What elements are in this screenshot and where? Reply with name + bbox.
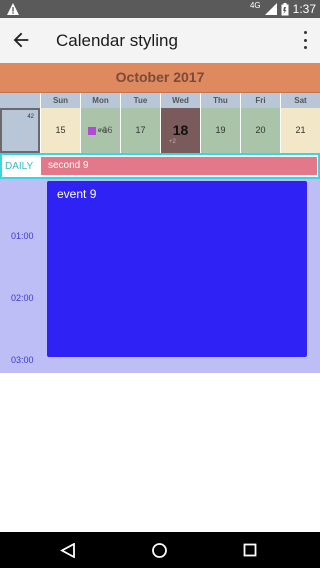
week-number: 42 bbox=[27, 114, 34, 120]
recents-square-icon[interactable] bbox=[243, 543, 257, 557]
weekday-label: Fri bbox=[240, 93, 280, 108]
time-label: 02:00 bbox=[11, 293, 34, 303]
day-number-today: 18 bbox=[172, 122, 189, 138]
time-label: 03:00 bbox=[11, 355, 34, 365]
week-number-header bbox=[0, 93, 40, 108]
day-number: 17 bbox=[135, 125, 146, 135]
day-cell-16[interactable]: eve 16 bbox=[80, 108, 120, 153]
back-arrow-icon[interactable] bbox=[10, 29, 32, 51]
day-cell-21[interactable]: 21 bbox=[280, 108, 320, 153]
weekday-label: Sun bbox=[40, 93, 80, 108]
day-number: 20 bbox=[255, 125, 266, 135]
battery-icon bbox=[281, 2, 289, 15]
page-title: Calendar styling bbox=[56, 31, 178, 50]
day-cell-18-today[interactable]: 18 +2 bbox=[160, 108, 200, 153]
month-title[interactable]: October 2017 bbox=[0, 63, 320, 93]
weekday-label: Thu bbox=[200, 93, 240, 108]
week-number-cell[interactable]: 42 bbox=[0, 108, 40, 153]
daily-label: DAILY bbox=[5, 161, 34, 172]
signal-icon bbox=[264, 3, 277, 15]
time-label: 01:00 bbox=[11, 231, 34, 241]
day-cell-17[interactable]: 17 bbox=[120, 108, 160, 153]
status-bar: 4G 1:37 bbox=[0, 0, 320, 18]
weekday-label: Mon bbox=[80, 93, 120, 108]
more-events-count: +2 bbox=[169, 139, 176, 145]
more-vert-icon[interactable] bbox=[302, 31, 308, 49]
all-day-event[interactable]: second 9 bbox=[41, 157, 317, 175]
timed-event[interactable]: event 9 bbox=[47, 181, 307, 357]
day-cell-20[interactable]: 20 bbox=[240, 108, 280, 153]
day-number: 19 bbox=[215, 125, 226, 135]
app-bar: Calendar styling bbox=[0, 18, 320, 63]
status-time: 1:37 bbox=[292, 2, 316, 16]
home-circle-icon[interactable] bbox=[151, 542, 168, 559]
weekday-label: Sat bbox=[280, 93, 320, 108]
event-title: event 9 bbox=[57, 187, 97, 201]
network-type: 4G bbox=[249, 1, 261, 10]
all-day-row: DAILY second 9 bbox=[0, 153, 320, 179]
day-cell-15[interactable]: 15 bbox=[40, 108, 80, 153]
system-nav-bar bbox=[0, 532, 320, 568]
day-cell-19[interactable]: 19 bbox=[200, 108, 240, 153]
back-triangle-icon[interactable] bbox=[60, 543, 76, 558]
day-number: 15 bbox=[55, 125, 66, 135]
weekday-header-row: Sun Mon Tue Wed Thu Fri Sat bbox=[0, 93, 320, 108]
weekday-label: Wed bbox=[160, 93, 200, 108]
week-row: 42 15 eve 16 17 18 +2 19 20 21 bbox=[0, 108, 320, 153]
weekday-label: Tue bbox=[120, 93, 160, 108]
day-number: 21 bbox=[295, 125, 306, 135]
warning-icon bbox=[7, 3, 19, 15]
